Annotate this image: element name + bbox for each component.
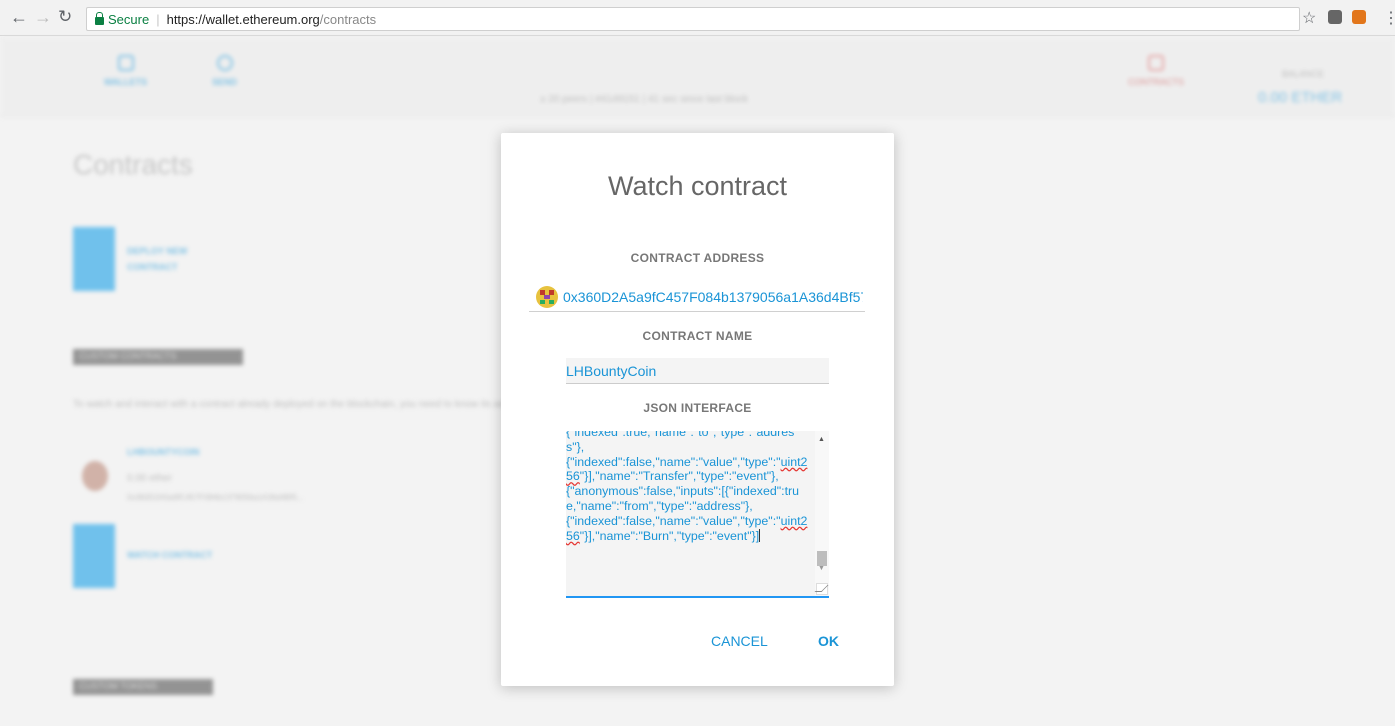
url-path: /contracts (319, 11, 377, 27)
app-topbar: WALLETS SEND ≥ 20 peers | #4149151 | 41 … (0, 37, 1395, 117)
reload-icon[interactable]: ↻ (58, 8, 72, 26)
json-line: {"indexed":false,"name":"value","type":" (566, 513, 781, 528)
url-separator: | (156, 11, 160, 27)
wallet-icon (117, 55, 134, 71)
watch-contract-dialog: Watch contract CONTRACT ADDRESS CONTRACT… (501, 133, 894, 686)
nav-send-label: SEND (212, 77, 238, 87)
contract-item-balance: 0.00 ether (127, 473, 173, 484)
json-line: "}],"name":"Transfer","type":"event"}, (579, 469, 779, 484)
json-scrollbar[interactable]: ▲ ▼ (815, 431, 829, 596)
custom-contracts-header: CUSTOM CONTRACTS (73, 349, 243, 365)
json-line: {"indexed":true,"name":"to","type":"addr… (566, 431, 795, 454)
resize-handle-icon[interactable] (816, 583, 828, 595)
nav-wallets-label: WALLETS (104, 77, 147, 87)
cancel-button[interactable]: CANCEL (711, 633, 768, 649)
json-line: "}],"name":"Burn","type":"event"}] (579, 528, 760, 543)
metamask-fox-icon[interactable] (1352, 10, 1366, 24)
scroll-down-arrow-icon[interactable]: ▼ (818, 565, 825, 572)
scroll-thumb[interactable] (817, 551, 827, 566)
contract-item-address: 0x360D2A5a9fC457F084b1379056a1A36d4Bf5..… (127, 493, 304, 502)
dialog-title: Watch contract (607, 171, 788, 201)
json-line: {"anonymous":false,"inputs":[{"indexed":… (566, 484, 800, 513)
drive-extension-icon[interactable] (1328, 10, 1342, 24)
contract-name-label: CONTRACT NAME (642, 329, 753, 343)
watch-contract-label[interactable]: WATCH CONTRACT (127, 547, 212, 563)
secure-label: Secure (108, 11, 150, 27)
text-cursor (759, 528, 761, 542)
network-status: ≥ 20 peers | #4149151 | 41 sec since las… (540, 94, 749, 105)
contracts-icon (1148, 55, 1164, 71)
contract-address-field[interactable] (529, 283, 865, 312)
contract-avatar (82, 461, 108, 491)
send-icon (216, 55, 233, 71)
contract-address-input[interactable] (563, 289, 863, 305)
page-title: Contracts (73, 149, 193, 180)
watch-contract-tile[interactable] (73, 524, 115, 588)
contract-item-name[interactable]: LHBOUNTYCOIN (127, 447, 200, 457)
json-interface-textarea[interactable]: {"indexed":true,"name":"to","type":"addr… (566, 431, 829, 598)
back-arrow-icon[interactable]: ← (10, 8, 28, 26)
nav-send[interactable]: SEND (212, 55, 237, 87)
scroll-up-arrow-icon[interactable]: ▲ (818, 436, 825, 443)
contract-address-label: CONTRACT ADDRESS (630, 251, 765, 265)
address-identicon-icon (536, 286, 558, 308)
browser-toolbar: ← → ↻ Secure | https://wallet.ethereum.o… (0, 0, 1395, 36)
custom-tokens-header: CUSTOM TOKENS (73, 679, 213, 695)
nav-contracts[interactable]: CONTRACTS (1128, 55, 1184, 87)
deploy-contract-tile[interactable] (73, 227, 115, 291)
json-interface-label: JSON INTERFACE (643, 401, 752, 415)
balance-value: 0.00 ETHER (1258, 89, 1343, 106)
json-line: {"indexed":false,"name":"value","type":" (566, 454, 781, 469)
bookmark-star-icon[interactable]: ☆ (1302, 8, 1316, 28)
contract-name-input[interactable] (566, 358, 829, 384)
address-bar[interactable]: Secure | https://wallet.ethereum.org/con… (86, 7, 1300, 31)
lock-icon (95, 12, 104, 25)
nav-wallets[interactable]: WALLETS (104, 55, 147, 87)
balance-label: BALANCE (1282, 69, 1325, 79)
deploy-contract-label[interactable]: DEPLOY NEW CONTRACT (127, 243, 217, 275)
forward-arrow-icon[interactable]: → (34, 8, 52, 26)
json-interface-content[interactable]: {"indexed":true,"name":"to","type":"addr… (566, 431, 810, 543)
ok-button[interactable]: OK (818, 633, 839, 649)
url-host: https://wallet.ethereum.org (166, 11, 320, 27)
nav-contracts-label: CONTRACTS (1128, 77, 1184, 87)
browser-menu-icon[interactable]: ⋮ (1383, 8, 1395, 28)
